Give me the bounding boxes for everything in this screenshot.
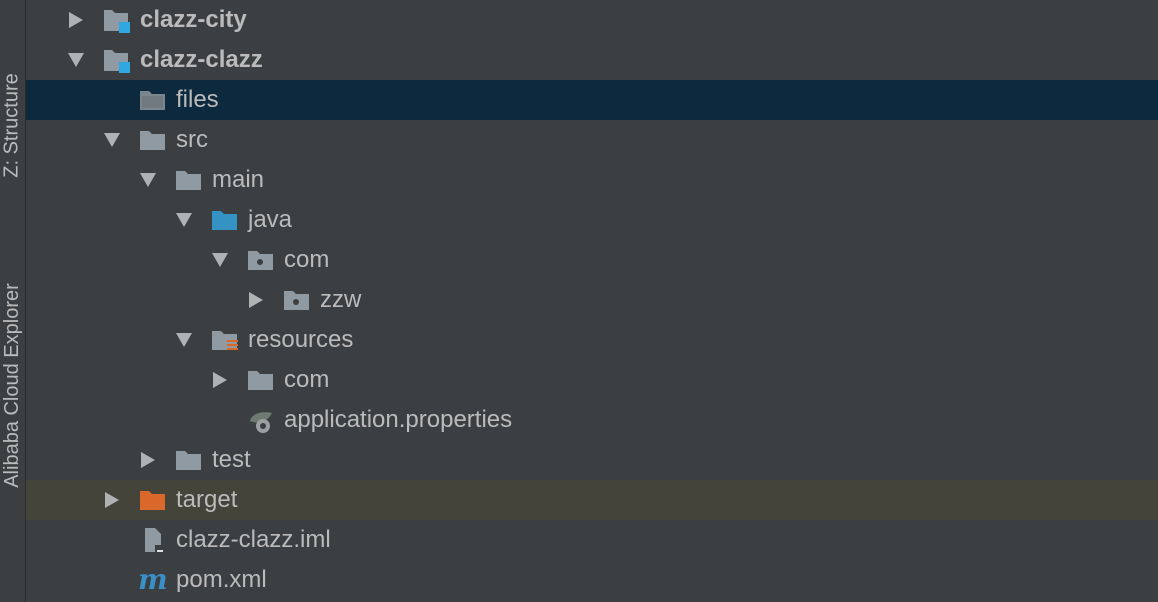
- package-icon: [246, 240, 276, 280]
- collapse-arrow-icon[interactable]: [102, 120, 122, 160]
- expand-arrow-icon[interactable]: [210, 360, 230, 400]
- tree-item-label: files: [176, 86, 219, 113]
- expand-arrow-icon[interactable]: [66, 0, 86, 40]
- tree-item-label: java: [248, 206, 293, 233]
- structure-tab[interactable]: Z: Structure: [0, 40, 25, 210]
- folder-icon: [138, 80, 168, 120]
- tree-item-label: clazz-clazz: [140, 46, 263, 73]
- expand-arrow-icon[interactable]: [246, 280, 266, 320]
- expand-arrow-icon[interactable]: [102, 480, 122, 520]
- tree-item-application-properties[interactable]: application.properties: [26, 400, 1158, 440]
- folder-icon: [174, 440, 204, 480]
- iml-file-icon: [138, 520, 168, 560]
- tree-item-com-package[interactable]: com: [26, 240, 1158, 280]
- folder-icon: [246, 360, 276, 400]
- tree-item-label: com: [284, 246, 330, 273]
- tree-item-target[interactable]: target: [26, 480, 1158, 520]
- tree-item-label: main: [212, 166, 265, 193]
- tree-item-label: test: [212, 446, 251, 473]
- tree-item-label: zzw: [320, 286, 362, 313]
- tree-item-src[interactable]: src: [26, 120, 1158, 160]
- collapse-arrow-icon[interactable]: [138, 160, 158, 200]
- collapse-arrow-icon[interactable]: [210, 240, 230, 280]
- structure-tab-label: Z: Structure: [1, 72, 24, 178]
- tree-item-clazz-clazz-iml[interactable]: clazz-clazz.iml: [26, 520, 1158, 560]
- tree-item-label: resources: [248, 326, 354, 353]
- module-folder-icon: [102, 40, 132, 80]
- maven-icon: m: [138, 563, 168, 596]
- tree-item-label: clazz-clazz.iml: [176, 526, 331, 553]
- tree-item-label: clazz-city: [140, 6, 247, 33]
- tree-item-java[interactable]: java: [26, 200, 1158, 240]
- tree-item-clazz-city[interactable]: clazz-city: [26, 0, 1158, 40]
- source-folder-icon: [210, 200, 240, 240]
- collapse-arrow-icon[interactable]: [174, 200, 194, 240]
- folder-icon: [138, 120, 168, 160]
- tree-item-clazz-clazz[interactable]: clazz-clazz: [26, 40, 1158, 80]
- tree-item-files[interactable]: files: [26, 80, 1158, 120]
- tree-item-test[interactable]: test: [26, 440, 1158, 480]
- project-tree: clazz-city clazz-clazz files src main ja…: [26, 0, 1158, 602]
- alibaba-cloud-explorer-tab-label: Alibaba Cloud Explorer: [1, 282, 23, 488]
- expand-arrow-icon[interactable]: [138, 440, 158, 480]
- excluded-folder-icon: [138, 480, 168, 520]
- spring-properties-icon: [246, 400, 276, 440]
- collapse-arrow-icon[interactable]: [174, 320, 194, 360]
- tree-item-main[interactable]: main: [26, 160, 1158, 200]
- resources-folder-icon: [210, 320, 240, 360]
- tree-item-label: src: [176, 126, 208, 153]
- folder-icon: [174, 160, 204, 200]
- tree-item-pom-xml[interactable]: m pom.xml: [26, 560, 1158, 600]
- tree-item-zzw[interactable]: zzw: [26, 280, 1158, 320]
- tree-item-label: target: [176, 486, 238, 513]
- package-icon: [282, 280, 312, 320]
- alibaba-cloud-explorer-tab[interactable]: Alibaba Cloud Explorer: [0, 250, 25, 520]
- module-folder-icon: [102, 0, 132, 40]
- tree-item-resources[interactable]: resources: [26, 320, 1158, 360]
- tree-item-com-resources[interactable]: com: [26, 360, 1158, 400]
- tool-window-strip: Z: Structure Alibaba Cloud Explorer: [0, 0, 26, 602]
- tree-item-label: application.properties: [284, 406, 513, 433]
- tree-item-label: pom.xml: [176, 566, 267, 593]
- collapse-arrow-icon[interactable]: [66, 40, 86, 80]
- tree-item-label: com: [284, 366, 330, 393]
